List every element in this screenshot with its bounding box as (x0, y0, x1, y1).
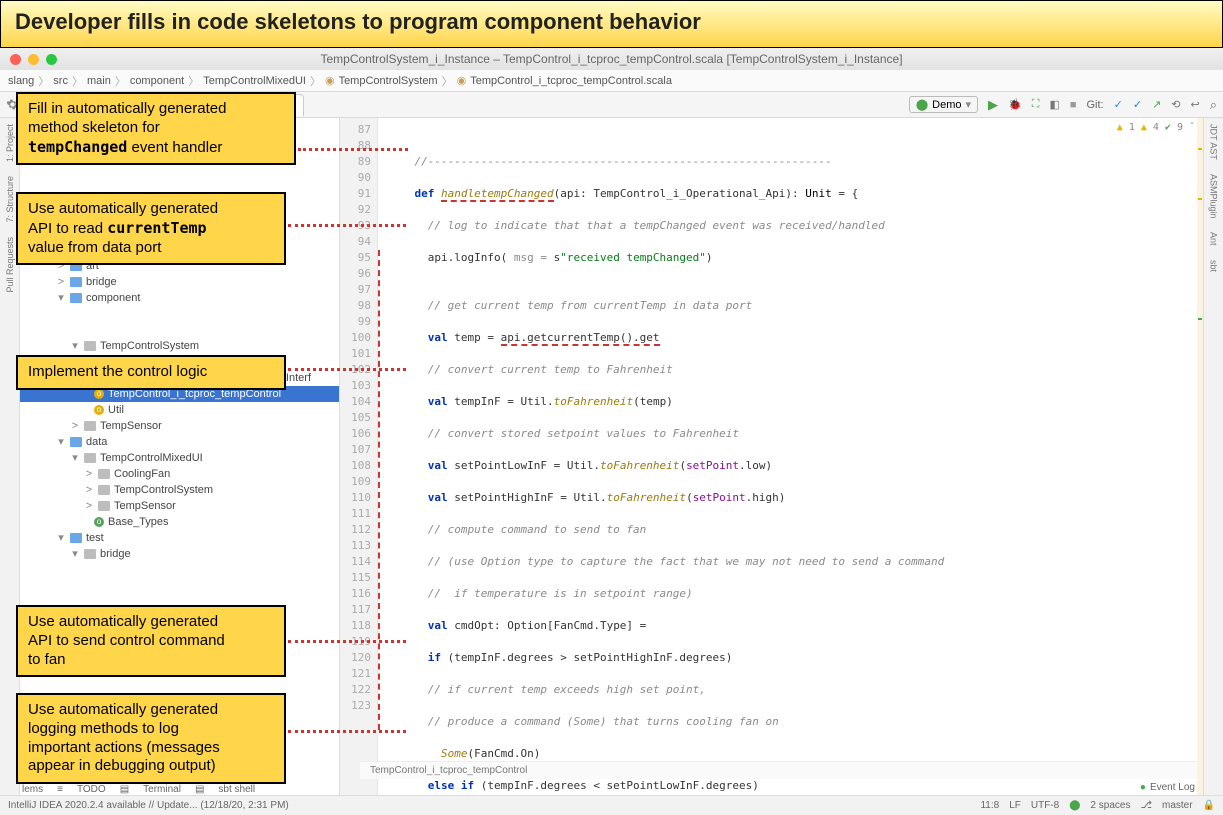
tree-row[interactable]: ▾bridge (20, 546, 339, 562)
bottom-tool-tabs: lems ≡TODO ▤Terminal ▤sbt shell (22, 784, 255, 795)
tree-row[interactable]: >TempSensor (20, 418, 339, 434)
crumb-item[interactable]: slang (8, 75, 34, 87)
git-push-icon[interactable]: ↗ (1152, 98, 1161, 111)
code-editor[interactable]: 8788899091929394959697989910010110210310… (340, 118, 1203, 795)
tree-row[interactable]: oUtil (20, 402, 339, 418)
crumb-item[interactable]: component (130, 75, 184, 87)
folder-icon (98, 469, 110, 479)
tree-row[interactable]: oBase_Types (20, 514, 339, 530)
tree-row[interactable]: >TempSensor (20, 498, 339, 514)
indent-setting[interactable]: 2 spaces (1090, 800, 1130, 811)
callout-1: Fill in automatically generated method s… (16, 92, 296, 165)
object-icon: o (94, 517, 104, 527)
slide-banner: Developer fills in code skeletons to pro… (0, 0, 1223, 48)
object-icon: o (94, 389, 104, 399)
run-button[interactable]: ▶ (988, 97, 998, 113)
callout-5: Use automatically generated logging meth… (16, 693, 286, 784)
editor-breadcrumb[interactable]: TempControl_i_tcproc_tempControl (360, 761, 1197, 779)
git-history-icon[interactable]: ⟲ (1171, 98, 1180, 111)
tool-tab-pullrequests[interactable]: Pull Requests (5, 237, 15, 293)
stop-button[interactable]: ■ (1070, 99, 1077, 111)
git-branch-icon: ⎇ (1140, 800, 1152, 811)
crumb-item[interactable]: src (53, 75, 68, 87)
folder-icon (98, 485, 110, 495)
inspection-summary[interactable]: ▲1 ▲4 ✔9ˇ (1117, 120, 1195, 136)
crumb-item[interactable]: TempControl_i_tcproc_tempControl.scala (470, 75, 672, 87)
tool-tab-asmplugin[interactable]: ASMPlugin (1209, 174, 1219, 219)
tree-row[interactable]: ▾TempControlSystem (20, 338, 339, 354)
line-number-gutter: 8788899091929394959697989910010110210310… (340, 118, 378, 795)
window-titlebar: TempControlSystem_i_Instance – TempContr… (0, 48, 1223, 70)
tree-row[interactable]: >TempControlSystem (20, 482, 339, 498)
folder-icon (84, 453, 96, 463)
profile-button[interactable]: ◧ (1049, 98, 1059, 111)
lock-icon: 🔒 (1203, 800, 1215, 811)
tool-tab-todo[interactable]: TODO (77, 784, 106, 795)
tool-tab[interactable]: lems (22, 784, 43, 795)
folder-icon (84, 549, 96, 559)
tool-tab-ant[interactable]: Ant (1209, 232, 1219, 246)
tree-row[interactable]: >bridge (20, 274, 339, 290)
file-encoding[interactable]: UTF-8 (1031, 800, 1059, 811)
tool-tab-sbt[interactable]: sbt (1209, 260, 1219, 272)
callout-3: Implement the control logic (16, 355, 286, 390)
git-commit-icon[interactable]: ✓ (1133, 98, 1142, 111)
run-config-selector[interactable]: ⬤Demo▾ (909, 96, 978, 113)
object-icon: o (94, 405, 104, 415)
folder-icon (70, 437, 82, 447)
status-message[interactable]: IntelliJ IDEA 2020.2.4 available // Upda… (8, 800, 289, 811)
git-branch[interactable]: master (1162, 800, 1193, 811)
folder-icon (70, 293, 82, 303)
event-log-button[interactable]: ●Event Log (1140, 782, 1195, 793)
banner-title: Developer fills in code skeletons to pro… (15, 9, 701, 34)
tool-tab-terminal[interactable]: Terminal (143, 784, 181, 795)
folder-icon (98, 501, 110, 511)
callout-2: Use automatically generated API to read … (16, 192, 286, 265)
folder-icon (84, 341, 96, 351)
navigation-breadcrumbs: slang〉 src〉 main〉 component〉 TempControl… (0, 70, 1223, 92)
callout-4: Use automatically generated API to send … (16, 605, 286, 677)
status-bar: IntelliJ IDEA 2020.2.4 available // Upda… (0, 795, 1223, 815)
error-stripe[interactable] (1197, 118, 1203, 795)
tool-tab-project[interactable]: 1: Project (5, 124, 15, 162)
tool-tab-sbtshell[interactable]: sbt shell (218, 784, 255, 795)
search-icon[interactable]: ⌕ (1210, 97, 1217, 113)
right-tool-strip: JDT AST ASMPlugin Ant sbt (1203, 118, 1223, 795)
debug-button[interactable]: 🐞 (1008, 98, 1022, 111)
git-update-icon[interactable]: ✓ (1114, 98, 1123, 111)
caret-position[interactable]: 11:8 (980, 800, 999, 811)
folder-icon (84, 421, 96, 431)
tree-row[interactable]: ▾TempControlMixedUI (20, 450, 339, 466)
line-separator[interactable]: LF (1009, 800, 1021, 811)
tool-tab-jdtast[interactable]: JDT AST (1209, 124, 1219, 160)
tree-row[interactable]: ▾data (20, 434, 339, 450)
crumb-item[interactable]: main (87, 75, 111, 87)
folder-icon (70, 277, 82, 287)
run-config-label: Demo (932, 99, 961, 111)
folder-icon (70, 533, 82, 543)
git-label: Git: (1087, 99, 1104, 111)
tree-row[interactable]: ▾component (20, 290, 339, 306)
git-revert-icon[interactable]: ↩ (1191, 98, 1200, 111)
crumb-item[interactable]: TempControlMixedUI (203, 75, 306, 87)
coverage-button[interactable]: ⛶ (1032, 98, 1040, 111)
tree-row[interactable]: >CoolingFan (20, 466, 339, 482)
crumb-item[interactable]: TempControlSystem (339, 75, 438, 87)
code-area[interactable]: ▲1 ▲4 ✔9ˇ //----------------------------… (378, 118, 1197, 795)
tool-tab-structure[interactable]: 7: Structure (5, 176, 15, 223)
window-title: TempControlSystem_i_Instance – TempContr… (0, 52, 1223, 66)
tree-row[interactable]: ▾test (20, 530, 339, 546)
